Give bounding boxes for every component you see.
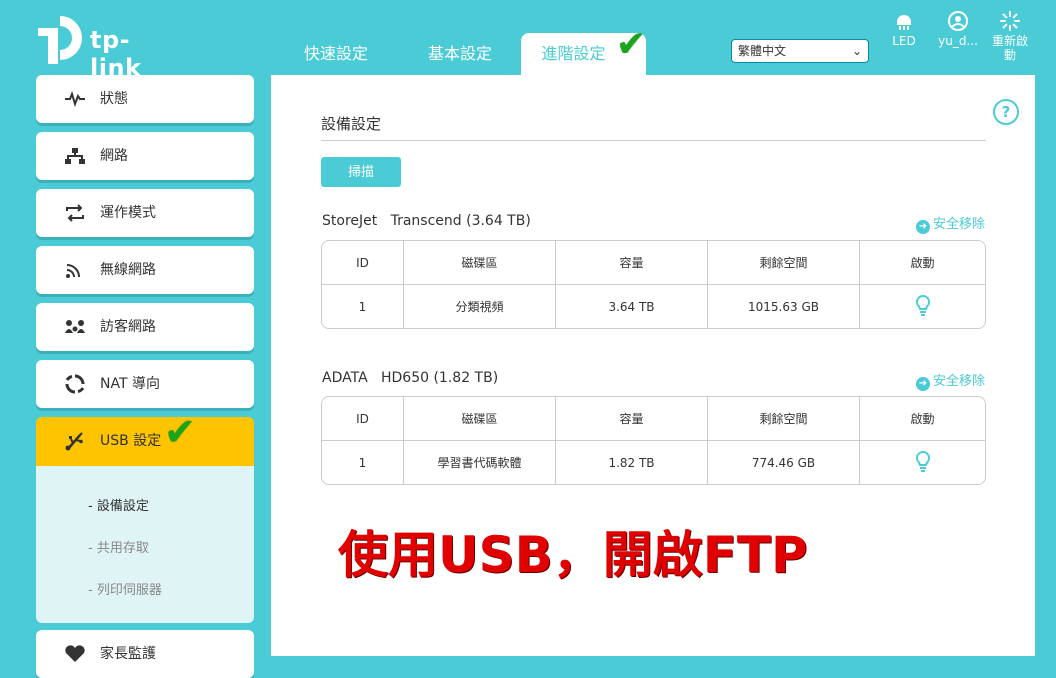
cell-free-space: 774.46 GB xyxy=(708,441,860,484)
usb-submenu: - 設備設定 - 共用存取 - 列印伺服器 xyxy=(36,466,254,623)
section-title: 設備設定 xyxy=(321,115,382,133)
scan-button[interactable]: 掃描 xyxy=(321,157,401,187)
tab-basic[interactable]: 基本設定 xyxy=(414,33,506,75)
sidebar-item-label: 無線網路 xyxy=(100,262,156,278)
sidebar-item-label: 運作模式 xyxy=(100,205,156,221)
device-title: StoreJet Transcend (3.64 TB) xyxy=(322,213,531,229)
cell-free-space: 1015.63 GB xyxy=(708,285,860,328)
led-label: LED xyxy=(892,34,916,48)
guest-icon xyxy=(65,320,85,333)
cell-volume: 學習書代碼軟體 xyxy=(404,441,556,484)
eject-arrow-icon: ➜ xyxy=(916,377,930,391)
led-icon xyxy=(897,15,911,30)
sidebar-item-label: 狀態 xyxy=(100,91,128,107)
submenu-device-settings[interactable]: - 設備設定 xyxy=(88,495,149,514)
reboot-label-1: 重新啟 xyxy=(991,34,1028,48)
sidebar-item-parental[interactable]: 家長監護 xyxy=(36,630,254,678)
submenu-sharing-access[interactable]: - 共用存取 xyxy=(88,537,149,556)
column-header: ID xyxy=(322,241,404,285)
cell-capacity: 1.82 TB xyxy=(556,441,708,484)
sidebar-item-guest[interactable]: 訪客網路 xyxy=(36,303,254,351)
user-label: yu_d... xyxy=(938,34,978,48)
column-header: ID xyxy=(322,397,404,441)
language-select[interactable]: 繁體中文 ⌄ xyxy=(731,39,869,63)
sidebar-item-status[interactable]: 狀態 xyxy=(36,75,254,123)
cell-activate xyxy=(860,285,985,328)
user-icon xyxy=(948,11,968,31)
reboot-label-2: 動 xyxy=(1003,48,1016,62)
table-row: 1 分類視頻 3.64 TB 1015.63 GB xyxy=(322,285,985,328)
column-header: 容量 xyxy=(556,241,708,285)
tab-quick-setup[interactable]: 快速設定 xyxy=(290,33,382,75)
safe-remove-label: 安全移除 xyxy=(933,374,986,389)
device-table: ID 磁碟區 容量 剩餘空間 啟動 1 學習書代碼軟體 1.82 TB 774.… xyxy=(321,396,986,485)
reboot-button[interactable]: 重新啟 動 xyxy=(985,10,1035,62)
device-title: ADATA HD650 (1.82 TB) xyxy=(322,370,499,386)
pulse-icon xyxy=(65,90,85,108)
annotation-text: 使用USB，開啟FTP xyxy=(338,526,808,584)
divider xyxy=(321,140,986,141)
cell-activate xyxy=(860,441,985,484)
table-row: 1 學習書代碼軟體 1.82 TB 774.46 GB xyxy=(322,441,985,484)
safe-remove-label: 安全移除 xyxy=(933,217,986,232)
sidebar-item-usb[interactable]: USB 設定 xyxy=(36,417,254,466)
sidebar-item-label: USB 設定 xyxy=(100,433,162,449)
cell-capacity: 3.64 TB xyxy=(556,285,708,328)
sidebar-item-nat[interactable]: NAT 導向 xyxy=(36,360,254,408)
parental-icon xyxy=(65,645,85,662)
table-header-row: ID 磁碟區 容量 剩餘空間 啟動 xyxy=(322,241,985,285)
sidebar-item-wireless[interactable]: 無線網路 xyxy=(36,246,254,294)
column-header: 啟動 xyxy=(860,397,985,441)
table-header-row: ID 磁碟區 容量 剩餘空間 啟動 xyxy=(322,397,985,441)
usb-icon xyxy=(65,432,83,451)
sidebar-item-label: 網路 xyxy=(100,148,128,164)
lightbulb-icon[interactable] xyxy=(915,294,931,316)
language-selected: 繁體中文 xyxy=(738,44,787,58)
led-button[interactable]: LED xyxy=(879,10,929,48)
reboot-icon xyxy=(1000,11,1020,31)
column-header: 剩餘空間 xyxy=(708,397,860,441)
tp-link-logo: tp-link xyxy=(36,14,176,82)
column-header: 磁碟區 xyxy=(404,397,556,441)
tp-link-logo-icon xyxy=(38,16,82,64)
sidebar-item-network[interactable]: 網路 xyxy=(36,132,254,180)
sidebar-item-label: 訪客網路 xyxy=(100,319,156,335)
column-header: 磁碟區 xyxy=(404,241,556,285)
safe-remove-link[interactable]: ➜ 安全移除 xyxy=(916,213,985,234)
column-header: 啟動 xyxy=(860,241,985,285)
cell-volume: 分類視頻 xyxy=(404,285,556,328)
cell-id: 1 xyxy=(322,285,404,328)
lightbulb-icon[interactable] xyxy=(915,450,931,472)
nat-icon xyxy=(65,374,85,394)
network-icon xyxy=(65,148,85,164)
eject-arrow-icon: ➜ xyxy=(916,220,930,234)
check-mark-icon: ✔ xyxy=(164,410,196,454)
safe-remove-link[interactable]: ➜ 安全移除 xyxy=(916,370,985,391)
cell-id: 1 xyxy=(322,441,404,484)
sidebar-item-label: NAT 導向 xyxy=(100,376,160,392)
chevron-down-icon: ⌄ xyxy=(851,44,862,58)
check-mark-icon: ✔ xyxy=(616,24,647,65)
sidebar-item-label: 家長監護 xyxy=(100,646,156,662)
help-icon[interactable]: ? xyxy=(993,99,1019,125)
device-table: ID 磁碟區 容量 剩餘空間 啟動 1 分類視頻 3.64 TB 1015.63… xyxy=(321,240,986,329)
submenu-print-server[interactable]: - 列印伺服器 xyxy=(88,579,162,598)
brand-name: tp-link xyxy=(90,26,142,82)
sidebar-item-operation-mode[interactable]: 運作模式 xyxy=(36,189,254,237)
column-header: 剩餘空間 xyxy=(708,241,860,285)
mode-swap-icon xyxy=(66,204,84,222)
column-header: 容量 xyxy=(556,397,708,441)
user-button[interactable]: yu_d... xyxy=(933,10,983,48)
wireless-icon xyxy=(66,264,80,278)
